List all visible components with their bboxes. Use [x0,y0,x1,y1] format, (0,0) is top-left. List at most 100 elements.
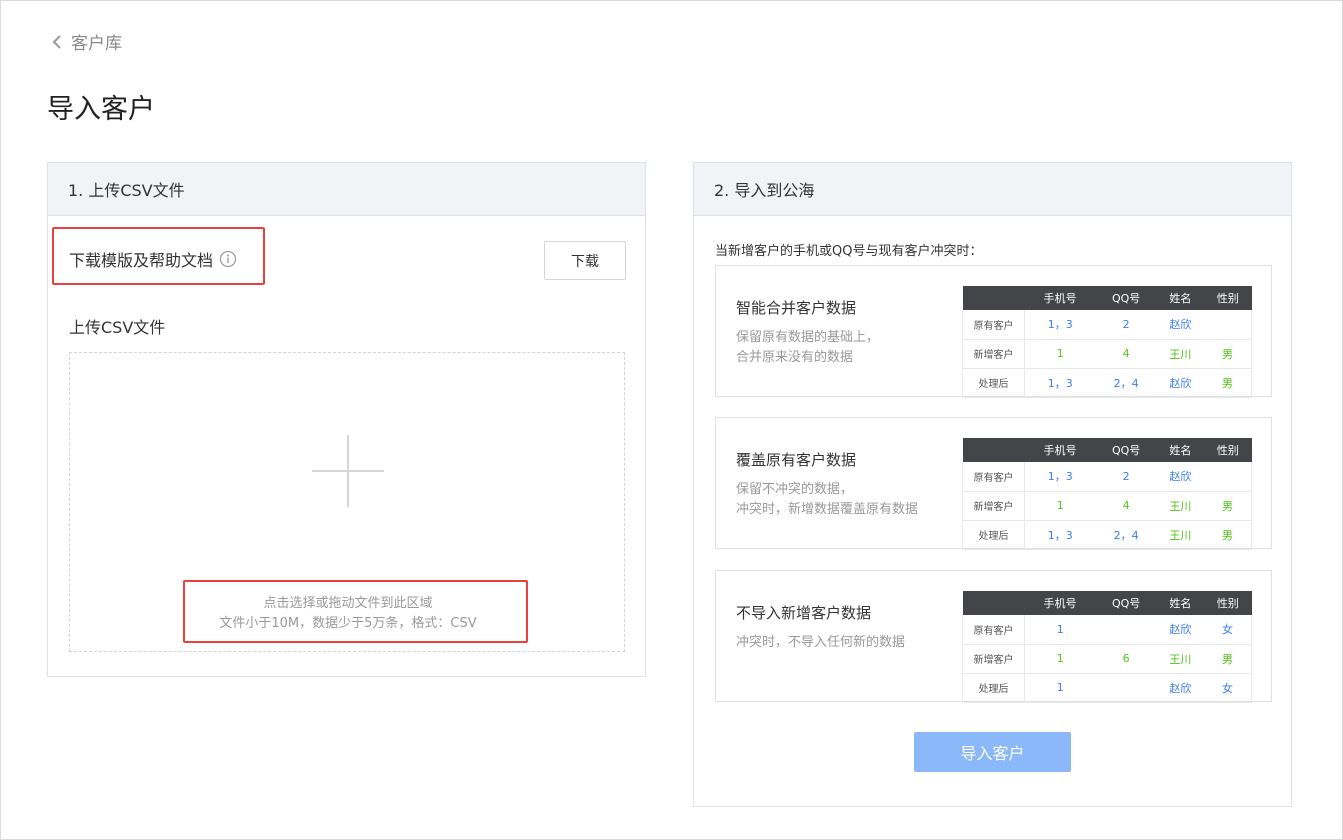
cell: 1 [1024,339,1096,369]
col-header: 手机号 [1024,286,1096,310]
col-header: 性别 [1204,438,1252,462]
cell: 男 [1204,644,1253,674]
row-label: 原有客户 [962,462,1025,492]
row-label: 处理后 [962,520,1025,550]
cell [1204,310,1253,340]
example-table: 手机号 QQ号 姓名 性别 原有客户 1，3 2 赵欣 新增客户 1 4 王川 [962,286,1253,398]
example-table: 手机号 QQ号 姓名 性别 原有客户 1，3 2 赵欣 新增客户 1 4 王川 [962,438,1253,550]
option-desc-line: 保留原有数据的基础上， [736,330,880,345]
table-row: 处理后 1 赵欣 女 [962,673,1253,703]
cell: 赵欣 [1156,368,1205,398]
row-label: 原有客户 [962,615,1025,645]
cell: 2，4 [1095,520,1157,550]
file-dropzone[interactable]: 点击选择或拖动文件到此区域 文件小于10M，数据少于5万条，格式：CSV [69,352,625,652]
cell: 女 [1204,673,1253,703]
option-skip-new[interactable]: 不导入新增客户数据 冲突时，不导入任何新的数据 手机号 QQ号 姓名 性别 原有… [715,570,1272,703]
back-link[interactable]: 客户库 [51,29,122,54]
row-label: 新增客户 [962,644,1025,674]
cell: 1 [1024,491,1096,521]
download-template-text: 下载模版及帮助文档 [69,251,214,270]
cell: 男 [1204,520,1253,550]
cell: 女 [1204,615,1253,645]
table-header-row: 手机号 QQ号 姓名 性别 [962,591,1252,615]
import-customers-button[interactable]: 导入客户 [914,732,1071,772]
import-panel-header: 2. 导入到公海 [694,163,1291,216]
row-label: 原有客户 [962,310,1025,340]
row-label: 处理后 [962,368,1025,398]
cell-text: 2，4 [1113,376,1139,390]
option-overwrite[interactable]: 覆盖原有客户数据 保留不冲突的数据， 冲突时，新增数据覆盖原有数据 手机号 QQ… [715,417,1272,550]
option-desc-line: 冲突时，不导入任何新的数据 [736,635,906,650]
table-row: 新增客户 1 4 王川 男 [962,339,1253,369]
col-header [962,591,1025,615]
option-desc-line: 保留不冲突的数据， [736,482,854,497]
cell: 男 [1204,339,1253,369]
example-table: 手机号 QQ号 姓名 性别 原有客户 1 赵欣 女 新增客户 1 6 王川 男 … [962,591,1253,703]
cell: 2 [1095,462,1157,492]
upload-panel: 1. 上传CSV文件 下载模版及帮助文档 下载 上传CSV文件 点击选择或拖动文… [47,162,646,677]
option-title: 不导入新增客户数据 [736,604,872,622]
cell: 1，3 [1024,520,1096,550]
cell: 1，3 [1024,368,1096,398]
col-header: QQ号 [1095,286,1157,310]
cell: 2 [1095,310,1157,340]
conflict-label: 当新增客户的手机或QQ号与现有客户冲突时： [715,244,983,259]
cell: 男 [1204,368,1253,398]
table-row: 处理后 1，3 2，4 王川 男 [962,520,1253,550]
cell: 1，3 [1024,462,1096,492]
option-desc-line: 冲突时，新增数据覆盖原有数据 [736,502,919,517]
option-title: 智能合并客户数据 [736,299,857,317]
cell: 赵欣 [1156,673,1205,703]
option-smart-merge[interactable]: 智能合并客户数据 保留原有数据的基础上， 合并原来没有的数据 手机号 QQ号 姓… [715,265,1272,398]
page-title: 导入客户 [47,94,155,125]
row-label: 新增客户 [962,339,1025,369]
cell: 王川 [1156,339,1205,369]
cell: 赵欣 [1156,615,1205,645]
chevron-left-icon [52,34,61,49]
col-header: QQ号 [1095,591,1157,615]
col-header [962,286,1025,310]
option-description: 冲突时，不导入任何新的数据 [736,633,905,653]
table-row: 原有客户 1，3 2 赵欣 [962,310,1253,340]
page-frame: 客户库 导入客户 1. 上传CSV文件 下载模版及帮助文档 下载 上传CSV文件… [0,0,1343,840]
option-description: 保留不冲突的数据， 冲突时，新增数据覆盖原有数据 [736,480,918,520]
cell: 1 [1024,615,1096,645]
import-panel: 2. 导入到公海 当新增客户的手机或QQ号与现有客户冲突时： 智能合并客户数据 … [693,162,1292,807]
drop-hint-primary: 点击选择或拖动文件到此区域 [263,596,433,611]
cell: 1 [1024,673,1096,703]
drop-hint-secondary: 文件小于10M，数据少于5万条，格式：CSV [219,616,477,631]
info-icon[interactable] [219,250,237,268]
cell: 赵欣 [1156,310,1205,340]
cell [1095,673,1157,703]
col-header [962,438,1025,462]
plus-icon [312,435,384,507]
cell: 王川 [1156,520,1205,550]
col-header: 姓名 [1156,286,1205,310]
col-header: 姓名 [1156,591,1205,615]
table-header-row: 手机号 QQ号 姓名 性别 [962,286,1252,310]
table-row: 新增客户 1 6 王川 男 [962,644,1253,674]
option-description: 保留原有数据的基础上， 合并原来没有的数据 [736,328,879,368]
cell: 男 [1204,491,1253,521]
option-title: 覆盖原有客户数据 [736,451,857,469]
row-label: 新增客户 [962,491,1025,521]
cell: 1 [1024,644,1096,674]
cell: 6 [1095,644,1157,674]
download-template-label: 下载模版及帮助文档 [69,247,237,271]
col-header: 性别 [1204,591,1252,615]
back-link-label: 客户库 [71,34,122,54]
cell [1204,462,1253,492]
download-button[interactable]: 下载 [544,241,626,280]
table-header-row: 手机号 QQ号 姓名 性别 [962,438,1252,462]
col-header: 手机号 [1024,591,1096,615]
cell: 1，3 [1024,310,1096,340]
cell: 王川 [1156,491,1205,521]
table-row: 原有客户 1 赵欣 女 [962,615,1253,645]
upload-csv-label: 上传CSV文件 [69,318,166,337]
option-desc-line: 合并原来没有的数据 [736,350,854,365]
cell: 4 [1095,491,1157,521]
col-header: 姓名 [1156,438,1205,462]
col-header: 手机号 [1024,438,1096,462]
cell: 4 [1095,339,1157,369]
cell: 王川 [1156,644,1205,674]
